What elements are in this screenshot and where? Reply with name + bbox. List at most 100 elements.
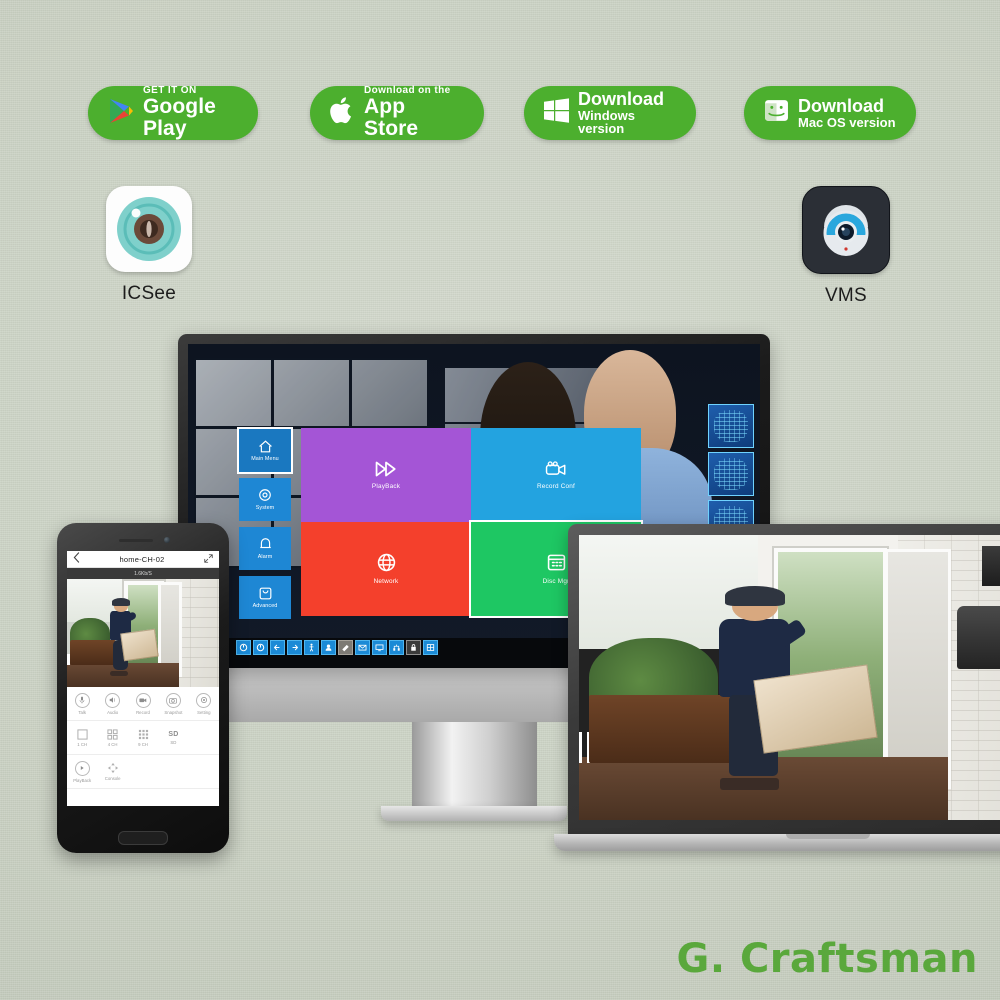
control-label: PlayBack <box>73 777 92 783</box>
brand-logo: G. Craftsman <box>676 936 978 982</box>
back-arrow-icon[interactable] <box>270 640 285 655</box>
dome-camera-icon <box>823 205 869 256</box>
control-console[interactable]: Console <box>97 755 127 788</box>
windows-version-label: Windows version <box>578 107 635 137</box>
back-button[interactable] <box>73 551 80 568</box>
bitrate-indicator: 1.6Kb/S <box>67 568 219 579</box>
mail-icon[interactable] <box>355 640 370 655</box>
control-row-primary: Talk Audio Record Snapshot Setting <box>67 687 219 721</box>
app-icon-icsee[interactable]: ICSee <box>84 186 214 305</box>
tools-icon <box>259 587 271 599</box>
chevron-left-icon <box>73 552 80 563</box>
tile-label: PlayBack <box>371 482 401 490</box>
icsee-label: ICSee <box>121 283 177 304</box>
quad-pane-icon <box>107 728 118 740</box>
control-label: Console <box>104 776 121 781</box>
lock-icon[interactable] <box>406 640 421 655</box>
sidebar-item-advanced[interactable]: Advanced <box>239 576 291 619</box>
control-setting[interactable]: Setting <box>189 687 219 720</box>
control-talk[interactable]: Talk <box>67 687 97 720</box>
porch-lamp <box>982 546 1000 587</box>
home-icon <box>258 439 272 452</box>
gear-icon <box>259 489 271 501</box>
tile-network[interactable]: Network <box>301 522 471 616</box>
sidebar-item-main-menu[interactable]: Main Menu <box>239 429 291 472</box>
tile-playback[interactable]: PlayBack <box>301 428 471 522</box>
single-pane-icon <box>77 728 88 740</box>
phone-home-button[interactable] <box>118 831 168 845</box>
sidebar-label: Alarm <box>257 554 273 560</box>
motion-detect-icon[interactable] <box>304 640 319 655</box>
forward-arrow-icon[interactable] <box>287 640 302 655</box>
front-door-delivery-scene <box>67 579 219 687</box>
smartphone: home-CH-02 1.6Kb/S Talk Audio Record Sna… <box>57 523 229 853</box>
control-audio[interactable]: Audio <box>97 687 127 720</box>
video-camera-icon <box>545 460 566 475</box>
control-row-secondary: PlayBack Console <box>67 755 219 789</box>
speaker-icon <box>105 692 121 708</box>
phone-earpiece <box>119 539 153 542</box>
phone-front-camera-icon <box>164 537 170 543</box>
power-icon[interactable] <box>253 640 268 655</box>
phone-top-hardware <box>57 523 229 551</box>
macos-version-label: Mac OS version <box>798 114 896 130</box>
display-icon[interactable] <box>372 640 387 655</box>
globe-icon <box>377 553 395 572</box>
laptop-base <box>554 834 1000 851</box>
fullscreen-button[interactable] <box>204 551 213 568</box>
vms-label: VMS <box>824 285 868 306</box>
app-store-label: App Store <box>364 95 419 141</box>
camera-icon <box>165 692 181 708</box>
user-icon[interactable] <box>321 640 336 655</box>
control-record[interactable]: Record <box>128 687 158 720</box>
nvr-sidebar: Main Menu System Alarm Advanced <box>239 429 291 625</box>
tile-label: Disc Mgr <box>542 578 570 585</box>
dpad-icon <box>107 762 118 774</box>
control-1ch[interactable]: 1 CH <box>67 721 97 754</box>
front-door-delivery-scene <box>579 535 1000 820</box>
control-label: Audio <box>107 709 119 715</box>
phone-screen: home-CH-02 1.6Kb/S Talk Audio Record Sna… <box>67 551 219 806</box>
macos-download-button[interactable]: Download Mac OS version <box>744 86 916 140</box>
control-playback[interactable]: PlayBack <box>67 755 97 788</box>
tile-record-conf[interactable]: Record Conf <box>471 428 641 522</box>
control-label: 4 CH <box>107 741 118 747</box>
monitor-stand-neck <box>411 722 537 806</box>
phone-live-view[interactable] <box>67 579 219 687</box>
delivery-package <box>753 664 878 754</box>
control-snapshot[interactable]: Snapshot <box>158 687 188 720</box>
control-label: SD <box>170 739 177 745</box>
control-9ch[interactable]: 9 CH <box>128 721 158 754</box>
control-quality[interactable]: SD SD <box>158 721 188 754</box>
mac-finder-icon <box>764 98 789 128</box>
door-panel <box>161 585 180 675</box>
google-play-label: Google Play <box>143 95 216 141</box>
tile-label: Network <box>373 578 399 585</box>
google-play-button[interactable]: GET IT ON Google Play <box>88 85 258 141</box>
delivery-package <box>119 628 159 662</box>
app-icon-vms[interactable]: VMS <box>781 186 911 307</box>
windows-logo-icon <box>544 98 569 128</box>
split-view-icon[interactable] <box>423 640 438 655</box>
laptop-notch <box>786 834 870 839</box>
sidebar-item-system[interactable]: System <box>239 478 291 521</box>
windows-download-button[interactable]: Download Windows version <box>524 86 696 140</box>
ptz-icon[interactable] <box>338 640 353 655</box>
nvr-toolbar <box>236 638 438 657</box>
laptop-screen <box>579 535 1000 820</box>
play-circle-icon <box>74 760 90 776</box>
phone-control-panel: Talk Audio Record Snapshot Setting 1 CH … <box>67 687 219 789</box>
vms-tile[interactable] <box>802 186 890 274</box>
microphone-icon <box>74 692 90 708</box>
sidebar-label: Advanced <box>252 602 278 609</box>
app-store-button[interactable]: Download on the App Store <box>310 85 484 141</box>
sidebar-item-alarm[interactable]: Alarm <box>239 527 291 570</box>
control-4ch[interactable]: 4 CH <box>97 721 127 754</box>
fast-forward-icon <box>375 461 396 476</box>
icsee-tile[interactable] <box>106 186 192 272</box>
power-icon[interactable] <box>236 640 251 655</box>
sidebar-label: Main Menu <box>251 455 279 462</box>
network-icon[interactable] <box>389 640 404 655</box>
mailbox <box>957 606 1000 669</box>
google-play-icon <box>108 97 134 130</box>
